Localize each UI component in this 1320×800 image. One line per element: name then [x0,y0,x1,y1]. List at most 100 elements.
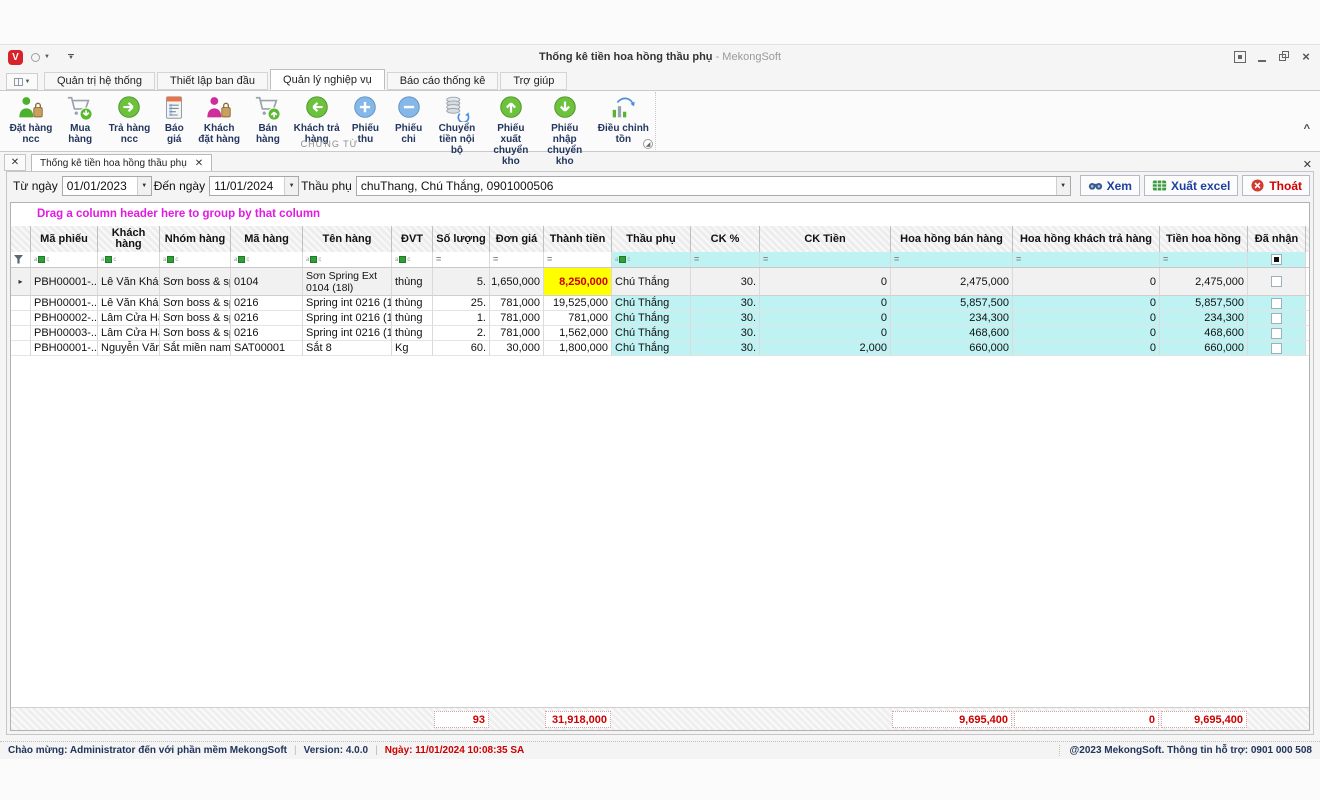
cell-da_nhan[interactable] [1248,326,1306,341]
cell-khach_hang[interactable]: Lâm Cửa Hàng [98,311,160,326]
cell-hh_ban_hang[interactable]: 660,000 [891,341,1013,356]
cell-nhom_hang[interactable]: Sơn boss & sp... [160,326,231,341]
cell-nhom_hang[interactable]: Sơn boss & sp... [160,311,231,326]
menu-tab-thiet-lap-ban-dau[interactable]: Thiết lập ban đầu [157,72,268,90]
cell-thanh_tien[interactable]: 1,800,000 [544,341,612,356]
cell-hh_khach_tra[interactable]: 0 [1013,296,1160,311]
cell-tien_hh[interactable]: 468,600 [1160,326,1248,341]
cell-thanh_tien[interactable]: 19,525,000 [544,296,612,311]
filter-cell-da_nhan[interactable] [1248,252,1306,267]
filter-cell-so_luong[interactable]: = [433,252,490,267]
cell-hh_khach_tra[interactable]: 0 [1013,268,1160,296]
button-ban-hang[interactable]: Bán hàng [246,94,290,145]
cell-ma_hang[interactable]: SAT00001 [231,341,303,356]
filter-cell-nhom_hang[interactable]: ac [160,252,231,267]
restore-button[interactable] [1278,51,1290,63]
cell-hh_ban_hang[interactable]: 468,600 [891,326,1013,341]
da-nhan-checkbox[interactable] [1271,328,1282,339]
filter-cell-tien_hh[interactable]: = [1160,252,1248,267]
button-dieu-chinh-ton[interactable]: Điều chỉnh tồn [592,94,655,145]
cell-thau_phu[interactable]: Chú Thắng [612,268,691,296]
cell-hh_ban_hang[interactable]: 5,857,500 [891,296,1013,311]
filter-cell-thau_phu[interactable]: ac [612,252,691,267]
column-header-ck_tien[interactable]: CK Tiền [760,226,891,252]
menu-tab-quan-ly-nghiep-vu[interactable]: Quản lý nghiệp vụ [270,69,385,90]
cell-don_gia[interactable]: 781,000 [490,296,544,311]
filter-cell-hh_ban_hang[interactable]: = [891,252,1013,267]
cell-hh_khach_tra[interactable]: 0 [1013,341,1160,356]
filter-cell-khach_hang[interactable]: ac [98,252,160,267]
cell-dvt[interactable]: thùng [392,311,433,326]
button-phieu-chi[interactable]: Phiếu chi [387,94,430,145]
tab-close-left-button[interactable]: ✕ [4,154,26,171]
chevron-down-icon[interactable]: ▼ [137,177,151,195]
cell-nhom_hang[interactable]: Sắt miền nam [160,341,231,356]
cell-ten_hang[interactable]: Sắt 8 [303,341,392,356]
button-mua-hang[interactable]: Mua hàng [58,94,103,145]
cell-so_luong[interactable]: 1. [433,311,490,326]
filter-cell-thanh_tien[interactable]: = [544,252,612,267]
button-dat-hang-ncc[interactable]: Đặt hàng ncc [4,94,58,145]
grid-row[interactable]: PBH00003-...Lâm Cửa HàngSơn boss & sp...… [11,326,1309,341]
cell-ma_hang[interactable]: 0216 [231,296,303,311]
exit-button[interactable]: Thoát [1242,175,1310,196]
button-phieu-thu[interactable]: Phiếu thu [344,94,388,145]
grid-row[interactable]: PBH00001-...Lê Văn KhángSơn boss & sp...… [11,296,1309,311]
button-bao-gia[interactable]: Báo giá [156,94,192,145]
cell-tien_hh[interactable]: 234,300 [1160,311,1248,326]
column-header-ma_hang[interactable]: Mã hàng [231,226,303,252]
cell-ten_hang[interactable]: Spring int 0216 (18l) [303,326,392,341]
cell-ma_phieu[interactable]: PBH00001-... [31,296,98,311]
column-header-ma_phieu[interactable]: Mã phiếu [31,226,98,252]
cell-thanh_tien[interactable]: 1,562,000 [544,326,612,341]
cell-ma_hang[interactable]: 0216 [231,311,303,326]
menu-tab-quan-tri-he-thong[interactable]: Quản trị hệ thống [44,72,155,90]
cell-ck_pct[interactable]: 30. [691,326,760,341]
filter-cell-ma_hang[interactable]: ac [231,252,303,267]
cell-hh_ban_hang[interactable]: 2,475,000 [891,268,1013,296]
menu-tab-tro-giup[interactable]: Trợ giúp [500,72,567,90]
column-header-hh_ban_hang[interactable]: Hoa hồng bán hàng [891,226,1013,252]
column-header-thau_phu[interactable]: Thầu phụ [612,226,691,252]
button-khach-dat-hang[interactable]: Khách đặt hàng [192,94,246,145]
grid-empty-area[interactable] [11,356,1309,707]
cell-indicator[interactable] [11,296,31,311]
cell-khach_hang[interactable]: Nguyễn Văn Tam [98,341,160,356]
fullscreen-button[interactable] [1234,51,1246,63]
button-khach-tra-hang[interactable]: Khách trả hàng [290,94,344,145]
cell-ck_pct[interactable]: 30. [691,268,760,296]
cell-so_luong[interactable]: 60. [433,341,490,356]
cell-ck_tien[interactable]: 2,000 [760,341,891,356]
cell-ck_tien[interactable]: 0 [760,296,891,311]
quick-access-toolbar[interactable]: ▼ ▼ [31,53,74,62]
grid-row[interactable]: PBH00002-...Lâm Cửa HàngSơn boss & sp...… [11,311,1309,326]
cell-dvt[interactable]: thùng [392,326,433,341]
cell-thanh_tien[interactable]: 8,250,000 [544,268,612,296]
subcontractor-combo[interactable]: chuThang, Chú Thắng, 0901000506 ▼ [356,176,1071,196]
cell-so_luong[interactable]: 5. [433,268,490,296]
cell-ck_tien[interactable]: 0 [760,311,891,326]
cell-nhom_hang[interactable]: Sơn boss & sp... [160,268,231,296]
cell-don_gia[interactable]: 1,650,000 [490,268,544,296]
cell-hh_khach_tra[interactable]: 0 [1013,326,1160,341]
cell-indicator[interactable] [11,311,31,326]
cell-thau_phu[interactable]: Chú Thắng [612,341,691,356]
tab-close-right-button[interactable]: ✕ [1303,158,1312,171]
cell-ten_hang[interactable]: Sơn Spring Ext 0104 (18l) [303,268,392,296]
filter-cell-don_gia[interactable]: = [490,252,544,267]
column-header-thanh_tien[interactable]: Thành tiền [544,226,612,252]
cell-da_nhan[interactable] [1248,341,1306,356]
da-nhan-checkbox[interactable] [1271,276,1282,287]
cell-da_nhan[interactable] [1248,311,1306,326]
cell-hh_khach_tra[interactable]: 0 [1013,311,1160,326]
cell-dvt[interactable]: thùng [392,296,433,311]
from-date-combo[interactable]: 01/01/2023 ▼ [62,176,152,196]
cell-thau_phu[interactable]: Chú Thắng [612,311,691,326]
filter-cell-indicator[interactable] [11,252,31,267]
cell-thau_phu[interactable]: Chú Thắng [612,296,691,311]
cell-hh_ban_hang[interactable]: 234,300 [891,311,1013,326]
cell-ck_tien[interactable]: 0 [760,326,891,341]
cell-khach_hang[interactable]: Lê Văn Kháng [98,268,160,296]
menu-tab-bao-cao-thong-ke[interactable]: Báo cáo thống kê [387,72,499,90]
cell-indicator[interactable] [11,326,31,341]
